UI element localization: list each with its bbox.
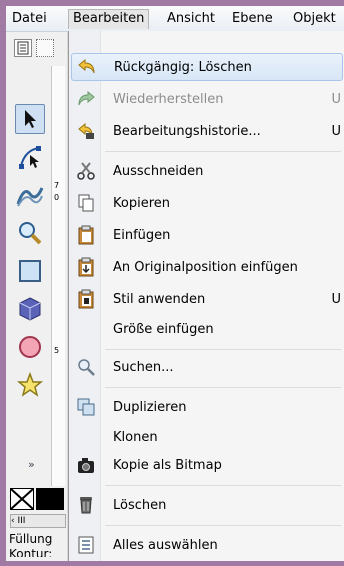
menu-item-label: Alles auswählen — [113, 537, 218, 553]
ellipse-tool-icon[interactable] — [15, 332, 45, 362]
menu-item-label: Bearbeitungshistorie... — [113, 123, 261, 139]
menu-item-label: Klonen — [113, 429, 158, 445]
menu-datei[interactable]: Datei — [8, 9, 51, 29]
menu-item-history[interactable]: Bearbeitungshistorie... U — [71, 117, 343, 145]
more-tools-button[interactable]: » — [28, 458, 35, 471]
select-all-icon — [74, 533, 98, 557]
undo-icon — [75, 55, 99, 79]
menu-separator — [105, 151, 341, 152]
paste-in-place-icon — [74, 255, 98, 279]
menubar: Datei Bearbeiten Ansicht Ebene Objekt — [6, 6, 344, 32]
menu-item-label: Wiederherstellen — [113, 91, 224, 107]
menu-item-copy-bitmap[interactable]: Kopie als Bitmap — [71, 451, 343, 479]
ruler-tick: 7 — [54, 181, 60, 190]
stroke-label: Kontur: — [9, 547, 53, 557]
menu-separator — [105, 349, 341, 350]
menu-item-label: Stil anwenden — [113, 291, 206, 307]
no-paint-swatch[interactable] — [10, 488, 34, 510]
scissors-icon — [74, 159, 98, 183]
zoom-tool-icon[interactable] — [15, 218, 45, 248]
document-icon[interactable] — [14, 39, 32, 57]
fill-label: Füllung — [9, 532, 53, 546]
menu-ansicht[interactable]: Ansicht — [163, 9, 219, 29]
menu-item-clone[interactable]: Klonen — [71, 423, 343, 451]
horizontal-scrollbar[interactable]: ‹ III — [10, 514, 66, 528]
menu-item-copy[interactable]: Kopieren — [71, 189, 343, 217]
shortcut-label: U — [331, 91, 341, 107]
menu-separator — [105, 525, 341, 526]
duplicate-icon — [74, 395, 98, 419]
menu-item-paste-in-place[interactable]: An Originalposition einfügen — [71, 253, 343, 281]
menu-item-duplicate[interactable]: Duplizieren — [71, 393, 343, 421]
menu-item-find[interactable]: Suchen... — [71, 353, 343, 381]
new-document-icon[interactable] — [36, 39, 54, 57]
tweak-tool-icon[interactable] — [15, 180, 45, 210]
menu-item-label: Kopieren — [113, 195, 170, 211]
menu-ebene[interactable]: Ebene — [228, 9, 277, 29]
paste-style-icon — [74, 287, 98, 311]
menu-item-label: An Originalposition einfügen — [113, 259, 298, 275]
star-tool-icon[interactable] — [15, 370, 45, 400]
menu-item-label: Kopie als Bitmap — [113, 457, 222, 473]
app-window: Datei Bearbeiten Ansicht Ebene Objekt 7 … — [6, 6, 344, 561]
redo-icon — [74, 87, 98, 111]
black-swatch[interactable] — [36, 488, 64, 510]
menu-item-label: Rückgängig: Löschen — [114, 59, 252, 75]
trash-icon — [74, 493, 98, 517]
menu-item-label: Suchen... — [113, 359, 174, 375]
find-icon — [74, 355, 98, 379]
menu-separator — [105, 485, 341, 486]
ruler-tick: 5 — [54, 346, 60, 355]
menu-item-delete[interactable]: Löschen — [71, 491, 343, 519]
menu-item-label: Größe einfügen — [113, 321, 214, 337]
menu-item-label: Einfügen — [113, 227, 171, 243]
bitmap-copy-icon — [74, 453, 98, 477]
menu-item-undo[interactable]: Rückgängig: Löschen — [71, 53, 343, 81]
node-tool-icon[interactable] — [15, 142, 45, 172]
3d-box-tool-icon[interactable] — [15, 294, 45, 324]
copy-icon — [74, 191, 98, 215]
paste-icon — [74, 223, 98, 247]
menu-item-cut[interactable]: Ausschneiden — [71, 157, 343, 185]
menu-objekt[interactable]: Objekt — [289, 9, 340, 29]
shortcut-label: U — [331, 291, 341, 307]
rectangle-tool-icon[interactable] — [15, 256, 45, 286]
history-icon — [74, 119, 98, 143]
menu-item-paste-style[interactable]: Stil anwenden U — [71, 285, 343, 313]
menu-item-label: Löschen — [113, 497, 167, 513]
shortcut-label: U — [331, 123, 341, 139]
menu-separator — [105, 387, 341, 388]
ruler-tick: 0 — [54, 193, 60, 202]
menu-bearbeiten[interactable]: Bearbeiten — [68, 9, 150, 29]
menu-item-redo[interactable]: Wiederherstellen U — [71, 85, 343, 113]
vertical-ruler: 7 0 5 — [51, 66, 65, 486]
menu-item-select-all[interactable]: Alles auswählen — [71, 531, 343, 559]
selector-tool-icon[interactable] — [15, 104, 45, 134]
edit-menu: Rückgängig: Löschen Wiederherstellen U B… — [68, 31, 344, 561]
menu-item-paste[interactable]: Einfügen — [71, 221, 343, 249]
menu-item-label: Duplizieren — [113, 399, 187, 415]
menu-item-label: Ausschneiden — [113, 163, 204, 179]
menu-item-paste-size[interactable]: Größe einfügen — [71, 315, 343, 343]
